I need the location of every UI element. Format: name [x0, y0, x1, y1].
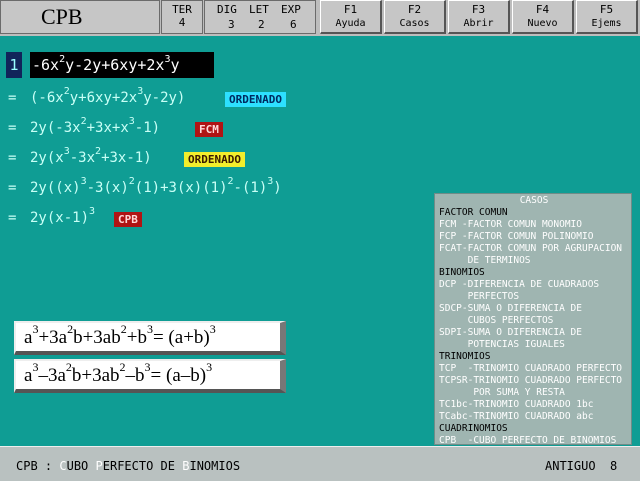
- f4-key: F4: [535, 3, 550, 16]
- casos-section-header: FACTOR COMUN: [439, 207, 508, 218]
- casos-item: CUBOS PERFECTOS: [439, 315, 554, 326]
- step-expression: 2y((x)3-3(x)2(1)+3(x)(1)2-(1)3): [30, 176, 282, 196]
- f4-nuevo-button[interactable]: F4 Nuevo: [512, 0, 574, 34]
- exp-value: 6: [290, 18, 297, 31]
- casos-item: TCP -TRINOMIO CUADRADO PERFECTO: [439, 363, 623, 374]
- casos-item: PERFECTOS: [439, 291, 520, 302]
- f2-casos-button[interactable]: F2 Casos: [384, 0, 446, 34]
- equals-sign: =: [8, 90, 17, 106]
- let-label: LET: [249, 3, 269, 16]
- casos-item: FCAT-FACTOR COMUN POR AGRUPACION: [439, 243, 623, 254]
- case-code: CPB: [16, 459, 38, 473]
- equals-sign: =: [8, 150, 17, 166]
- toolbar: CPB TER 4 DIG LET EXP 3 2 6 F1 Ayuda F2 …: [0, 0, 640, 36]
- mode-number: 8: [610, 459, 618, 473]
- casos-section-header: CUADRINOMIOS: [439, 423, 508, 434]
- casos-title: CASOS: [519, 195, 549, 206]
- exp-label: EXP: [281, 3, 301, 16]
- step-expression: (-6x2y+6xy+2x3y-2y): [30, 86, 186, 106]
- f2-key: F2: [407, 3, 422, 16]
- step-expression: 2y(x-1)3: [30, 206, 96, 226]
- status-bar: CPB : CUBO PERFECTO DE BINOMIOS ANTIGUO …: [0, 446, 640, 481]
- casos-section-header: BINOMIOS: [439, 267, 485, 278]
- f3-label: Abrir: [463, 18, 494, 29]
- casos-item: POR SUMA Y RESTA: [439, 387, 565, 398]
- casos-item: TCabc-TRINOMIO CUADRADO abc: [439, 411, 594, 422]
- equals-sign: =: [8, 120, 17, 136]
- casos-item: DCP -DIFERENCIA DE CUADRADOS: [439, 279, 600, 290]
- ter-counter: TER 4: [161, 0, 203, 34]
- casos-item: DE TERMINOS: [439, 255, 531, 266]
- step-expression: 2y(x3-3x2+3x-1): [30, 146, 152, 166]
- f1-label: Ayuda: [335, 18, 366, 29]
- casos-section-header: TRINOMIOS: [439, 351, 491, 362]
- dig-let-exp-counter: DIG LET EXP 3 2 6: [204, 0, 316, 34]
- mode-label: ANTIGUO: [545, 459, 596, 473]
- f5-key: F5: [599, 3, 614, 16]
- cube-diff-formula: a3–3a2b+3ab2–b3= (a–b)3: [14, 359, 286, 393]
- case-description: CPB : CUBO PERFECTO DE BINOMIOS: [16, 459, 240, 473]
- dig-value: 3: [228, 18, 235, 31]
- casos-item: SDPI-SUMA O DIFERENCIA DE: [439, 327, 582, 338]
- casos-panel: CASOS FACTOR COMUN FCM -FACTOR COMUN MONO…: [434, 193, 632, 445]
- f1-ayuda-button[interactable]: F1 Ayuda: [320, 0, 382, 34]
- f4-label: Nuevo: [527, 18, 558, 29]
- casos-item: CPB -CUBO PERFECTO DE BINOMIOS: [439, 435, 617, 445]
- step-number: 1: [6, 52, 22, 78]
- input-polynomial[interactable]: -6x2y-2y+6xy+2x3y: [30, 52, 214, 78]
- word-rest: UBO: [66, 459, 96, 473]
- f3-abrir-button[interactable]: F3 Abrir: [448, 0, 510, 34]
- equals-sign: =: [8, 180, 17, 196]
- f2-label: Casos: [399, 18, 430, 29]
- equals-sign: =: [8, 210, 17, 226]
- f3-key: F3: [471, 3, 486, 16]
- tag-cpb: CPB: [114, 212, 142, 227]
- f5-ejems-button[interactable]: F5 Ejems: [576, 0, 638, 34]
- step-expression: 2y(-3x2+3x+x3-1): [30, 116, 161, 136]
- tag-fcm: FCM: [195, 122, 223, 137]
- initial-letter: P: [95, 459, 103, 473]
- casos-item: FCM -FACTOR COMUN MONOMIO: [439, 219, 582, 230]
- casos-item: TC1bc-TRINOMIO CUADRADO 1bc: [439, 399, 594, 410]
- f5-label: Ejems: [591, 18, 622, 29]
- ter-label: TER: [172, 3, 192, 16]
- app-title: CPB: [0, 0, 160, 34]
- f1-key: F1: [343, 3, 358, 16]
- let-value: 2: [258, 18, 265, 31]
- word-rest: ERFECTO DE: [102, 459, 183, 473]
- dig-label: DIG: [217, 3, 237, 16]
- casos-item: TCPSR-TRINOMIO CUADRADO PERFECTO: [439, 375, 623, 386]
- tag-ordenado: ORDENADO: [184, 152, 245, 167]
- status-separator: :: [37, 459, 60, 473]
- initial-letter: C: [59, 459, 67, 473]
- ter-value: 4: [178, 16, 186, 29]
- formula-result: = (a–b): [150, 365, 207, 386]
- casos-item: SDCP-SUMA O DIFERENCIA DE: [439, 303, 582, 314]
- casos-item: POTENCIAS IGUALES: [439, 339, 565, 350]
- word-rest: INOMIOS: [189, 459, 241, 473]
- mode-indicator: ANTIGUO 8: [545, 459, 617, 473]
- casos-item: FCP -FACTOR COMUN POLINOMIO: [439, 231, 594, 242]
- formula-result: = (a+b): [152, 327, 210, 348]
- cube-sum-formula: a3+3a2b+3ab2+b3= (a+b)3: [14, 321, 286, 355]
- tag-ordenado: ORDENADO: [225, 92, 286, 107]
